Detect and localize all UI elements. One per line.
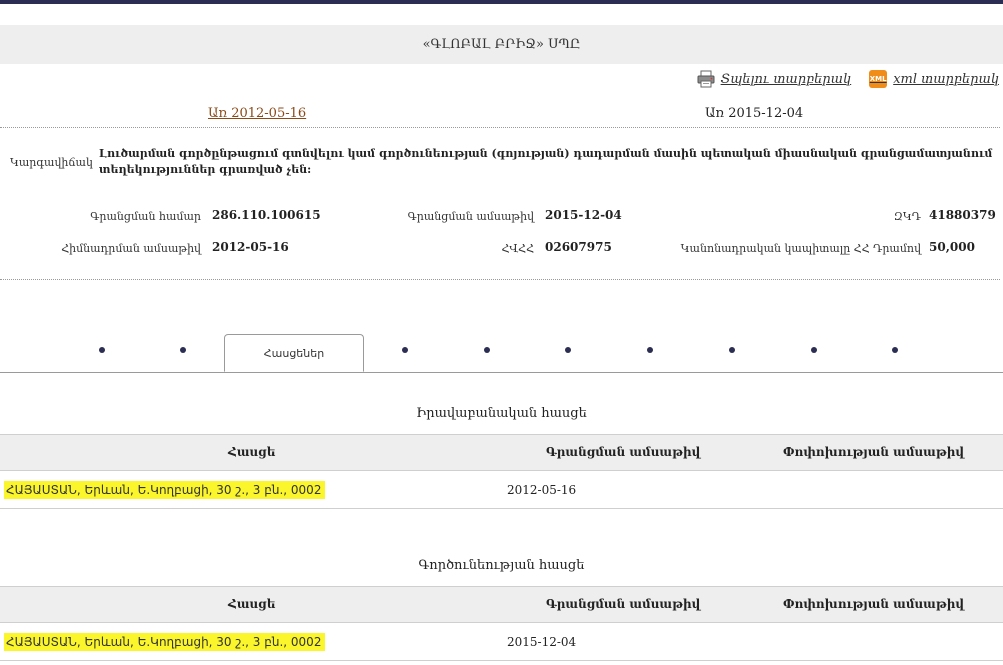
zkd-value: 41880379 [929, 208, 996, 222]
tab-dot[interactable] [99, 347, 105, 353]
tab-addresses[interactable]: Հասցեներ [224, 334, 364, 372]
header-address: Հասցե [228, 445, 276, 459]
divider [0, 127, 1000, 128]
tab-dot[interactable] [647, 347, 653, 353]
printer-icon [697, 70, 715, 88]
reg-date-label: Գրանցման ամսաթիվ [407, 210, 534, 223]
print-version-label: Տպելու տարբերակ [720, 71, 852, 87]
header-address: Հասցե [228, 597, 276, 611]
header-reg-date: Գրանցման ամսաթիվ [546, 445, 701, 459]
header-change-date: Փոփոխության ամսաթիվ [783, 445, 965, 459]
tab-dot[interactable] [180, 347, 186, 353]
address-cell: ՀԱՅԱՍՏԱՆ, Երևան, Ե.Կողբացի, 30 շ., 3 բն.… [4, 481, 326, 499]
legal-address-table-header: Հասցե Գրանցման ամսաթիվ Փոփոխության ամսաթ… [0, 434, 1003, 471]
reg-date-cell: 2015-12-04 [507, 635, 577, 649]
tab-dot[interactable] [484, 347, 490, 353]
xml-version-link[interactable]: XML xml տարբերակ [869, 70, 999, 88]
reg-number-label: Գրանցման համար [90, 210, 201, 223]
capital-value: 50,000 [929, 240, 975, 254]
business-address-title: Գործունեության հասցե [418, 558, 585, 573]
xml-version-label: xml տարբերակ [893, 71, 999, 87]
business-address-table-header: Հասցե Գրանցման ամսաթիվ Փոփոխության ամսաթ… [0, 586, 1003, 623]
capital-label: Կանոնադրական կապիտալը ՀՀ Դրամով [680, 242, 921, 255]
tab-dot[interactable] [892, 347, 898, 353]
export-actions: Տպելու տարբերակ XML xml տարբերակ [697, 70, 999, 88]
status-text: Լուծարման գործընթացում գտնվելու կամ գործ… [99, 147, 993, 176]
tab-dot[interactable] [811, 347, 817, 353]
tab-dot[interactable] [402, 347, 408, 353]
table-row: ՀԱՅԱՍՏԱՆ, Երևան, Ե.Կողբացի, 30 շ., 3 բն.… [0, 471, 1003, 509]
status-label: Կարգավիճակ [10, 156, 93, 169]
tab-dot[interactable] [729, 347, 735, 353]
previous-date-link[interactable]: Առ 2012-05-16 [208, 106, 306, 121]
reg-date-cell: 2012-05-16 [507, 483, 577, 497]
reg-date-value: 2015-12-04 [545, 208, 622, 222]
current-date: Առ 2015-12-04 [705, 106, 804, 121]
divider [0, 279, 1000, 280]
tabs-baseline [0, 372, 1003, 373]
header-change-date: Փոփոխության ամսաթիվ [783, 597, 965, 611]
company-title-bar: «ԳԼՈԲԱԼ ԲՐԻՋ» ՍՊԸ [0, 25, 1003, 64]
zkd-label: ԶԿԴ [893, 210, 921, 223]
address-cell: ՀԱՅԱՍՏԱՆ, Երևան, Ե.Կողբացի, 30 շ., 3 բն.… [4, 633, 326, 651]
tab-dot[interactable] [565, 347, 571, 353]
hvhh-label: ՀՎՀՀ [501, 242, 534, 255]
founding-date-value: 2012-05-16 [212, 240, 289, 254]
company-title: «ԳԼՈԲԱԼ ԲՐԻՋ» ՍՊԸ [422, 37, 581, 52]
founding-date-label: Հիմնադրման ամսաթիվ [61, 242, 201, 255]
hvhh-value: 02607975 [545, 240, 612, 254]
reg-number-value: 286.110.100615 [212, 208, 321, 222]
tab-addresses-label: Հասցեներ [263, 346, 325, 360]
xml-icon: XML [869, 70, 888, 88]
top-accent-bar [0, 0, 1003, 4]
table-row: ՀԱՅԱՍՏԱՆ, Երևան, Ե.Կողբացի, 30 շ., 3 բն.… [0, 623, 1003, 661]
legal-address-title: Իրավաբանական հասցե [416, 406, 587, 421]
header-reg-date: Գրանցման ամսաթիվ [546, 597, 701, 611]
print-version-link[interactable]: Տպելու տարբերակ [697, 70, 852, 88]
